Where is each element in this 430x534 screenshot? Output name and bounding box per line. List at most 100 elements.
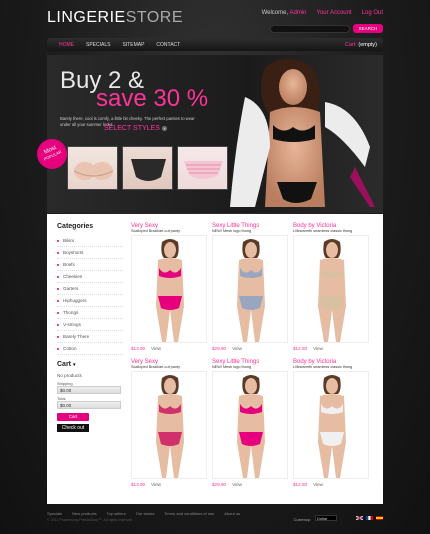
product-image[interactable]	[212, 371, 288, 479]
product-footer: $12.50 View	[293, 482, 374, 487]
product-image[interactable]	[293, 235, 369, 343]
category-hiphuggers[interactable]: Hiphuggers	[57, 295, 123, 307]
category-briefs[interactable]: Briefs	[57, 259, 123, 271]
view-button[interactable]: View	[232, 482, 242, 487]
product-card[interactable]: Sexy Little Things NEW! Mesh logo thong …	[212, 359, 293, 487]
currency-select[interactable]: Dollar	[315, 515, 337, 521]
product-image[interactable]	[131, 235, 207, 343]
footer-link-new-products[interactable]: New products	[72, 511, 96, 516]
footer-link-about[interactable]: About us	[224, 511, 240, 516]
view-button[interactable]: View	[151, 482, 161, 487]
product-price: $29.90	[212, 482, 227, 487]
footer-link-specials[interactable]: Specials	[47, 511, 62, 516]
search-input[interactable]	[270, 25, 350, 33]
briefs-icon	[131, 159, 166, 181]
nav-sitemap[interactable]: SITEMAP	[116, 42, 150, 48]
view-button[interactable]: View	[151, 346, 161, 351]
nav-cart-label: Cart:	[344, 41, 357, 48]
product-card[interactable]: Sexy Little Things NEW! Mesh logo thong …	[212, 223, 293, 351]
chevron-down-icon: ▾	[72, 362, 76, 368]
product-description: Scalloped Brazilian-cut panty	[131, 229, 180, 233]
logo-word-1: LINGERIE	[47, 9, 126, 26]
product-card[interactable]: Very Sexy Scalloped Brazilian-cut panty …	[131, 359, 212, 487]
footer-link-top-sellers[interactable]: Top sellers	[107, 511, 126, 516]
nav-cart-value: (empty)	[358, 41, 377, 48]
view-button[interactable]: View	[313, 482, 323, 487]
main-nav: HOME SPECIALS SITEMAP CONTACT Cart: (emp…	[47, 38, 383, 51]
category-garters[interactable]: Garters	[57, 283, 123, 295]
banner-thumbnails	[67, 146, 228, 190]
product-image[interactable]	[212, 235, 288, 343]
shipping-value: $0.00	[57, 386, 121, 394]
category-cotton[interactable]: Cotton	[57, 343, 123, 355]
product-model-icon	[318, 375, 346, 478]
product-description: NEW! Mesh logo thong	[212, 229, 252, 233]
product-price: $13.90	[131, 346, 146, 351]
product-footer: $13.90 View	[131, 346, 212, 351]
product-description: NEW! Mesh logo thong	[212, 365, 252, 369]
footer-link-our-stores[interactable]: Our stores	[136, 511, 155, 516]
user-name: Admin	[289, 10, 307, 16]
uk-flag-icon[interactable]	[356, 516, 363, 520]
striped-panty-thumbnail[interactable]	[177, 146, 228, 190]
product-image[interactable]	[293, 371, 369, 479]
top-links: Welcome, Admin Your Account Log Out	[262, 10, 383, 16]
briefs-thumbnail[interactable]	[122, 146, 173, 190]
promo-banner[interactable]: Buy 2 & save 30 % Barely there, cool is …	[32, 55, 383, 213]
footer-link-terms[interactable]: Terms and conditions of use	[164, 511, 214, 516]
cart-title-label: Cart	[57, 361, 72, 368]
product-description: Lillewarmth seamless classic thong	[293, 229, 353, 233]
checkout-button[interactable]: Check out	[57, 424, 89, 432]
arrow-right-icon: ›	[161, 126, 167, 131]
product-price: $12.50	[293, 482, 308, 487]
total-value: $0.00	[57, 401, 121, 409]
product-description: Scalloped Brazilian-cut panty	[131, 365, 180, 369]
bra-icon	[73, 162, 114, 180]
select-styles-link[interactable]: SELECT STYLES ›	[104, 125, 167, 132]
view-button[interactable]: View	[313, 346, 323, 351]
search-button[interactable]: SEARCH	[353, 24, 383, 33]
view-button[interactable]: View	[232, 346, 242, 351]
currency-label: Currency:	[293, 517, 311, 522]
logout-link[interactable]: Log Out	[362, 10, 383, 16]
your-account-link[interactable]: Your Account	[317, 10, 352, 16]
product-description: Lillewarmth seamless classic thong	[293, 365, 353, 369]
cart-button[interactable]: Cart	[57, 413, 89, 421]
product-price: $12.50	[293, 346, 308, 351]
spain-flag-icon[interactable]	[376, 516, 383, 520]
category-thongs[interactable]: Thongs	[57, 307, 123, 319]
nav-specials[interactable]: SPECIALS	[80, 42, 116, 48]
product-card[interactable]: Very Sexy Scalloped Brazilian-cut panty …	[131, 223, 212, 351]
product-grid: Very Sexy Scalloped Brazilian-cut panty …	[131, 223, 377, 487]
cart-title[interactable]: Cart ▾	[57, 361, 123, 368]
product-model-icon	[237, 239, 265, 342]
select-styles-label: SELECT STYLES	[104, 125, 160, 132]
category-v-strings[interactable]: V-strings	[57, 319, 123, 331]
france-flag-icon[interactable]	[366, 516, 373, 520]
nav-home[interactable]: HOME	[53, 42, 80, 48]
sidebar: Categories Bikini Boyshorts Briefs Cheek…	[57, 223, 123, 432]
content-area: Categories Bikini Boyshorts Briefs Cheek…	[47, 214, 383, 504]
cart-empty-text: No products	[57, 373, 82, 378]
striped-panty-icon	[184, 161, 223, 179]
footer: Specials New products Top sellers Our st…	[47, 508, 383, 534]
logo-word-2: STORE	[125, 9, 184, 26]
store-logo[interactable]: LINGERIESTORE	[47, 9, 183, 27]
product-image[interactable]	[131, 371, 207, 479]
bra-thumbnail[interactable]	[67, 146, 118, 190]
categories-title: Categories	[57, 223, 94, 230]
product-card[interactable]: Body by Victoria Lillewarmth seamless cl…	[293, 359, 374, 487]
nav-contact[interactable]: CONTACT	[150, 42, 186, 48]
product-card[interactable]: Body by Victoria Lillewarmth seamless cl…	[293, 223, 374, 351]
category-boyshorts[interactable]: Boyshorts	[57, 247, 123, 259]
category-cheekies[interactable]: Cheekies	[57, 271, 123, 283]
category-barely-there[interactable]: Barely There	[57, 331, 123, 343]
product-footer: $13.90 View	[131, 482, 212, 487]
product-footer: $29.90 View	[212, 482, 293, 487]
product-model-icon	[318, 239, 346, 342]
nav-cart[interactable]: Cart: (empty)	[345, 42, 377, 48]
model-image	[230, 58, 375, 207]
product-model-icon	[237, 375, 265, 478]
category-bikini[interactable]: Bikini	[57, 235, 123, 247]
welcome-label: Welcome,	[261, 10, 289, 16]
